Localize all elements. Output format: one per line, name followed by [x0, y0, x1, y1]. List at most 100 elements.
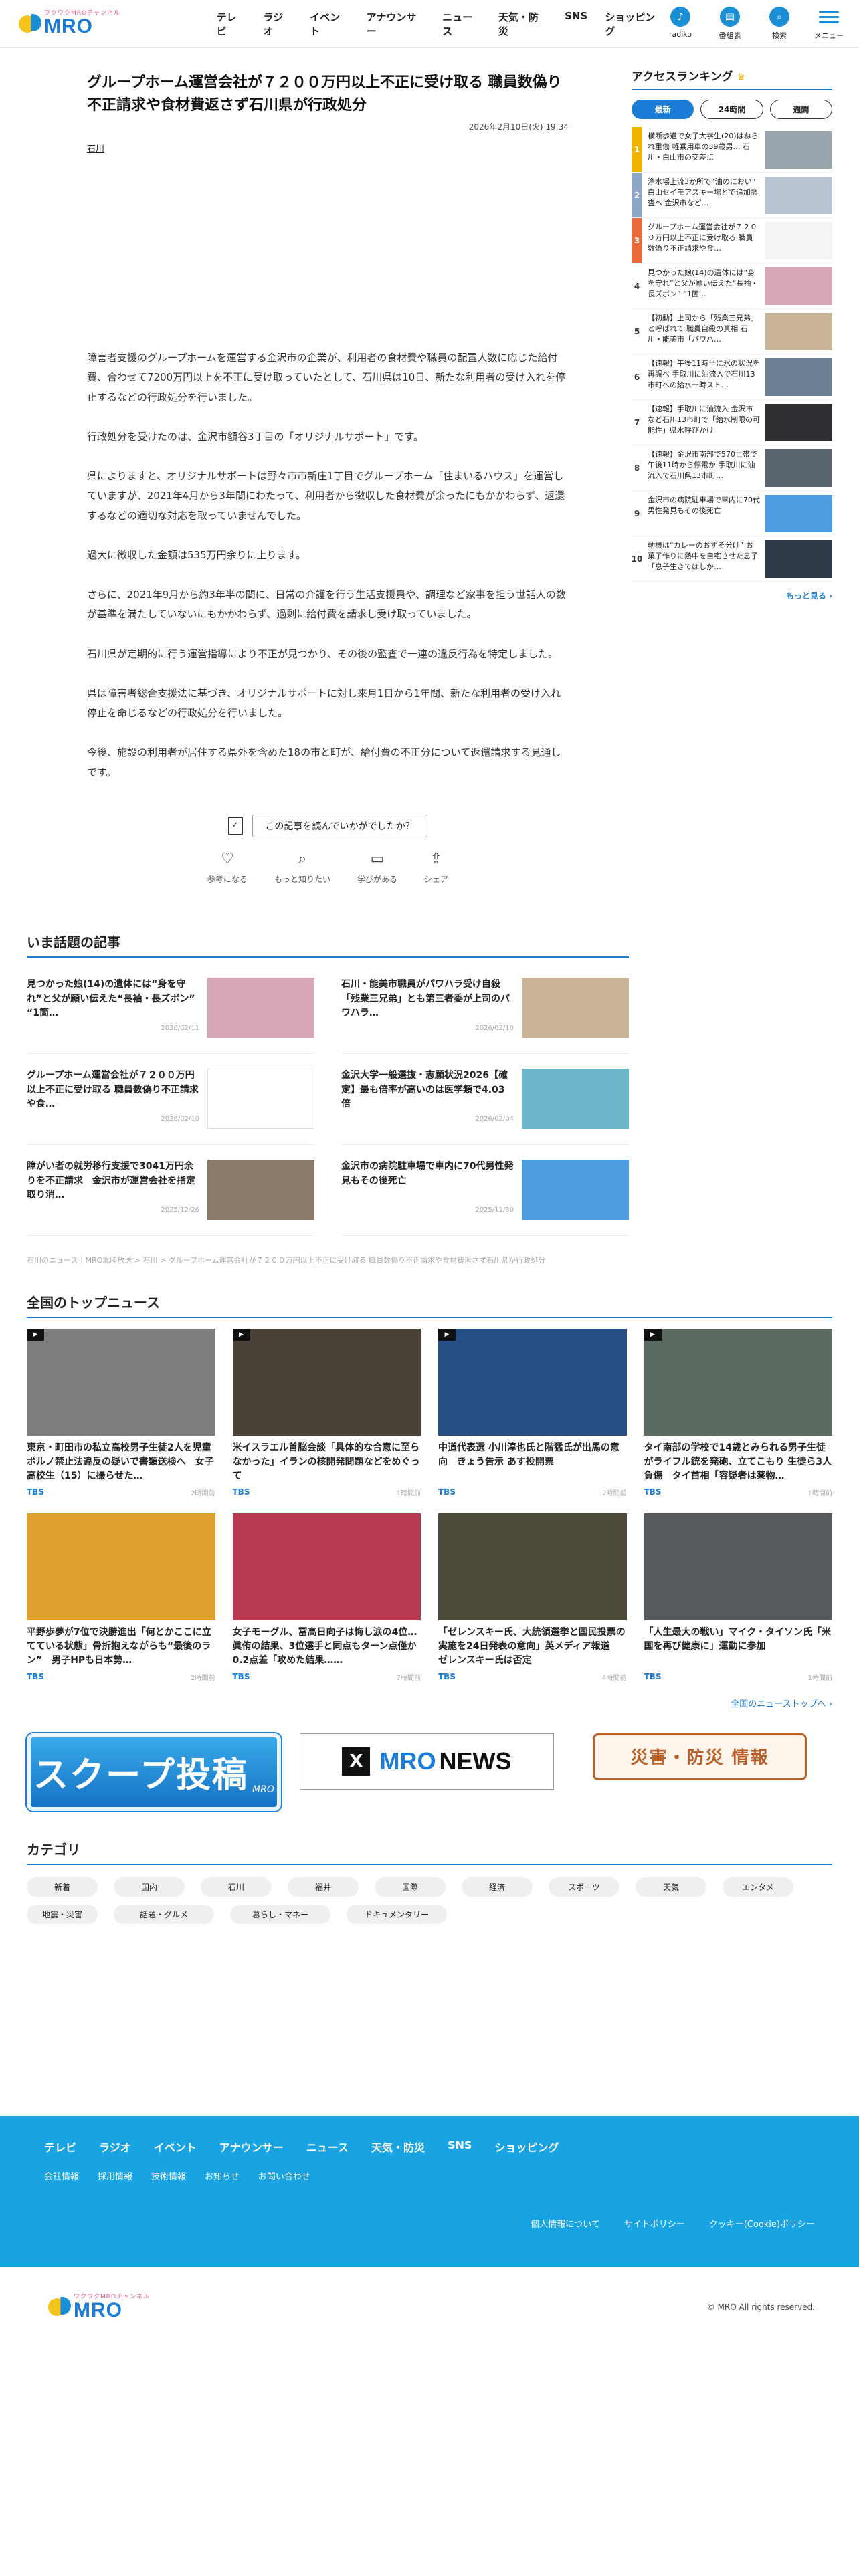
ranking-item[interactable]: 6 【速報】午後11時半に氷の状況を再調べ 手取川に油流入で石川13市町への給水一… [632, 354, 832, 400]
topic-item[interactable]: 石川・能美市職員がパワハラ受け自殺「残業三兄弟」とも第三者委が上司のパワハラ… 2… [341, 977, 629, 1054]
disaster-info-banner[interactable]: 災害・防災 情報 [593, 1733, 807, 1780]
feedback-share-button[interactable]: ⇪ シェア [424, 851, 448, 885]
topic-item[interactable]: 見つかった娘(14)の遺体には“身を守れ”と父が願い伝えた“長袖・長ズボン” “… [27, 977, 314, 1054]
footer-nav-link[interactable]: ラジオ [99, 2139, 131, 2155]
footer-nav-link[interactable]: SNS [448, 2139, 472, 2155]
category-chip[interactable]: 石川 [201, 1876, 272, 1897]
news-title: 女子モーグル、冨高日向子は悔し涙の4位…眞侑の結果、3位選手と同点もターン点僅か… [232, 1626, 417, 1666]
national-news-card[interactable]: ▶ 中道代表選 小川淳也氏と階猛氏が出馬の意向 きょう告示 あす投開票 TBS 2時間… [438, 1328, 627, 1497]
copyright: © MRO All rights reserved. [706, 2302, 815, 2312]
ranking-item[interactable]: 1 横断歩道で女子大学生(20)はねられ重傷 軽乗用車の39歳男… 石川・白山市の… [632, 127, 832, 173]
footer-legal-link[interactable]: クッキー(Cookie)ポリシー [709, 2217, 815, 2230]
national-news-card[interactable]: ▶ タイ南部の学校で14歳とみられる男子生徒がライフル銃を発砲、立てこもり 生徒ら… [644, 1328, 832, 1497]
menu-button[interactable]: メニュー [812, 7, 846, 41]
feedback-label: もっと知りたい [274, 874, 330, 884]
mro-news-x-banner[interactable]: X MRO NEWS [300, 1733, 554, 1790]
footer-nav-link[interactable]: イベント [154, 2139, 197, 2155]
ranking-number: 3 [632, 218, 642, 263]
news-title: 中道代表選 小川淳也氏と階猛氏が出馬の意向 きょう告示 あす投開票 [438, 1442, 619, 1467]
news-title: 平野歩夢が7位で決勝進出「何とかここに立てている状態」骨折抱えながらも“最後のラ… [27, 1626, 211, 1666]
footer-sub-link[interactable]: 技術情報 [151, 2169, 186, 2182]
national-news-card[interactable]: ▶ 東京・町田市の私立高校男子生徒2人を児童ポルノ禁止法違反の疑いで書類送検へ 女… [27, 1328, 215, 1497]
footer-logo[interactable]: ワクワクMROチャンネル MRO [48, 2294, 222, 2321]
feedback-label: 学びがある [357, 874, 398, 884]
ranking-number: 2 [632, 173, 642, 217]
search-button[interactable]: ⌕ 検索 [763, 7, 796, 41]
feedback-lightbulb-button[interactable]: ♡ 参考になる [207, 851, 248, 885]
category-chip[interactable]: 天気 [636, 1876, 706, 1897]
news-time: 1時間前 [807, 1489, 832, 1497]
footer-nav-link[interactable]: ニュース [306, 2139, 349, 2155]
category-chip[interactable]: 地震・災害 [27, 1904, 98, 1924]
ranking-item[interactable]: 10 動機は“カレーのおすそ分け” お菓子作りに熱中を自宅させた息子「息子生きてほ… [632, 536, 832, 582]
category-chip[interactable]: 経済 [462, 1876, 533, 1897]
ranking-title-text: グループホーム運営会社が７２００万円以上不正に受け取る 職員数偽り不正請求や食… [648, 223, 758, 253]
nav-item[interactable]: ラジオ [264, 10, 293, 38]
national-news-card[interactable]: ▶ 米イスラエル首脳会談「具体的な合意に至らなかった」イランの核開発問題などをめぐ… [232, 1328, 421, 1497]
topic-item[interactable]: 障がい者の就労移行支援で3041万円余りを不正請求 金沢市が運営会社を指定取り消… [27, 1159, 314, 1236]
ranking-item[interactable]: 5 【初動】上司から「残業三兄弟」と呼ばれて 職員自殺の真相 石川・能美市「パワハ… [632, 309, 832, 354]
footer-nav-link[interactable]: ショッピング [494, 2139, 559, 2155]
topic-title: 障がい者の就労移行支援で3041万円余りを不正請求 金沢市が運営会社を指定取り消… [27, 1160, 195, 1201]
national-more-link[interactable]: 全国のニューストップへ › [27, 1697, 832, 1709]
footer-sub-link[interactable]: 会社情報 [44, 2169, 79, 2182]
national-news-card[interactable]: 平野歩夢が7位で決勝進出「何とかここに立てている状態」骨折抱えながらも“最後のラ… [27, 1513, 215, 1682]
national-news-card[interactable]: 女子モーグル、冨高日向子は悔し涙の4位…眞侑の結果、3位選手と同点もターン点僅か… [232, 1513, 421, 1682]
footer-sub-link[interactable]: 採用情報 [98, 2169, 132, 2182]
category-chip[interactable]: ドキュメンタリー [347, 1904, 447, 1924]
category-chip[interactable]: 国際 [375, 1876, 446, 1897]
category-chip[interactable]: エンタメ [723, 1876, 793, 1897]
national-news-card[interactable]: 「人生最大の戦い」マイク・タイソン氏「米国を再び健康に」運動に参加 TBS 1時間前 [644, 1513, 832, 1682]
scoop-banner[interactable]: スクープ投稿 MRO [27, 1733, 281, 1811]
header-icon-label: radiko [668, 30, 692, 39]
ranking-item[interactable]: 4 見つかった娘(14)の遺体には“身を守れ”と父が願い伝えた“長袖・長ズボン” … [632, 263, 832, 309]
nav-item[interactable]: 天気・防災 [498, 10, 547, 38]
ranking-more-link[interactable]: もっと見る › [632, 590, 832, 601]
ranking-item[interactable]: 3 グループホーム運営会社が７２００万円以上不正に受け取る 職員数偽り不正請求や食… [632, 218, 832, 263]
ranking-item[interactable]: 8 【速報】金沢市南部で570世帯で午後11時から停電か 手取川に油流入で石川県1… [632, 445, 832, 491]
category-chip[interactable]: 国内 [114, 1876, 185, 1897]
nav-item[interactable]: SNS [565, 10, 587, 38]
footer-nav-link[interactable]: 天気・防災 [371, 2139, 425, 2155]
category-chip[interactable]: 話題・グルメ [114, 1904, 214, 1924]
main-content: グループホーム運営会社が７２００万円以上不正に受け取る 職員数偽り不正請求や食材… [27, 48, 629, 1265]
schedule-button[interactable]: ▤ 番組表 [713, 7, 747, 41]
category-chip[interactable]: 暮らし・マネー [230, 1904, 330, 1924]
article-category-link[interactable]: 石川 [87, 142, 104, 154]
header-icon-label: メニュー [814, 31, 844, 40]
lightbulb-icon: ♡ [221, 850, 234, 867]
footer-legal-link[interactable]: サイトポリシー [624, 2217, 685, 2230]
footer-sub-link[interactable]: お問い合わせ [258, 2169, 310, 2182]
news-source: TBS [644, 1487, 662, 1497]
topic-date: 2026/02/10 [161, 1115, 199, 1123]
national-news-card[interactable]: 「ゼレンスキー氏、大統領選挙と国民投票の実施を24日発表の意向」英メディア報道 … [438, 1513, 627, 1682]
feedback-question: この記事を読んでいかがでしたか？ [252, 814, 427, 837]
category-chip[interactable]: 新着 [27, 1876, 98, 1897]
footer-nav-link[interactable]: アナウンサー [219, 2139, 284, 2155]
ranking-item[interactable]: 9 金沢市の病院駐車場で車内に70代男性発見もその後死亡 [632, 491, 832, 536]
topic-item[interactable]: 金沢大学一般選抜・志願状況2026【確定】最も倍率が高いのは医学類で4.03倍 2… [341, 1068, 629, 1145]
feedback-book-button[interactable]: ▭ 学びがある [357, 851, 397, 885]
topic-item[interactable]: グループホーム運営会社が７２００万円以上不正に受け取る 職員数偽り不正請求や食…… [27, 1068, 314, 1145]
ranking-item[interactable]: 7 【速報】手取川に油流入 金沢市など石川13市町で「給水制限の可能性」県水呼びか… [632, 400, 832, 445]
category-chip[interactable]: スポーツ [549, 1876, 619, 1897]
nav-item[interactable]: イベント [310, 10, 349, 38]
ranking-tab[interactable]: 最新 [632, 100, 694, 119]
ranking-tab[interactable]: 24時間 [700, 100, 763, 119]
category-chip[interactable]: 福井 [288, 1876, 359, 1897]
topic-item[interactable]: 金沢市の病院駐車場で車内に70代男性発見もその後死亡 2025/11/30 [341, 1159, 629, 1236]
topic-date: 2026/02/10 [475, 1024, 514, 1032]
ranking-tab[interactable]: 週間 [769, 100, 832, 119]
footer-nav-link[interactable]: テレビ [44, 2139, 76, 2155]
footer-legal-link[interactable]: 個人情報について [531, 2217, 600, 2230]
ranking-item[interactable]: 2 浄水場上流3か所で“油のにおい” 白山セイモアスキー場どで追加調査へ 金沢市な… [632, 173, 832, 218]
nav-item[interactable]: ショッピング [605, 10, 664, 38]
feedback-magnifier-button[interactable]: ⌕ もっと知りたい [274, 851, 330, 885]
radio-button[interactable]: ♪ radiko [664, 7, 697, 41]
nav-item[interactable]: ニュース [442, 10, 481, 38]
footer-sub-link[interactable]: お知らせ [205, 2169, 240, 2182]
ranking-number: 8 [634, 463, 640, 473]
nav-item[interactable]: テレビ [217, 10, 246, 38]
site-logo[interactable]: ワクワクMROチャンネル MRO [19, 11, 190, 37]
nav-item[interactable]: アナウンサー [367, 10, 425, 38]
